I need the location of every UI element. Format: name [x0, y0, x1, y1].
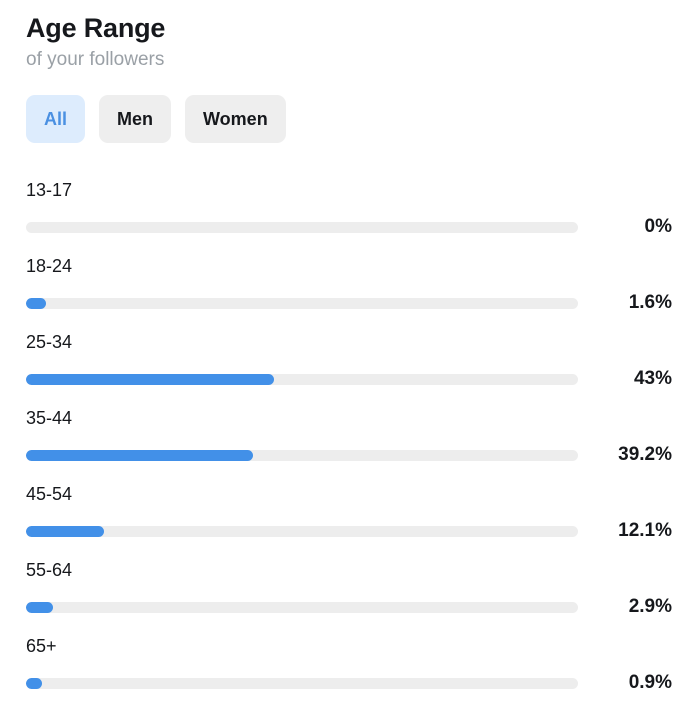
percentage-value: 43%: [578, 368, 674, 390]
age-range-panel: Age Range of your followers All Men Wome…: [0, 0, 700, 711]
bar-line: 1.6%: [26, 292, 674, 314]
progress-fill: [26, 374, 274, 385]
bar-line: 0.9%: [26, 672, 674, 694]
panel-header: Age Range of your followers: [26, 0, 674, 73]
bar-line: 0%: [26, 216, 674, 238]
age-bracket-label: 45-54: [26, 483, 674, 505]
progress-fill: [26, 602, 53, 613]
table-row: 13-17 0%: [26, 179, 674, 255]
bar-line: 39.2%: [26, 444, 674, 466]
page-subtitle: of your followers: [26, 47, 674, 73]
age-bracket-label: 35-44: [26, 407, 674, 429]
progress-track: [26, 298, 578, 309]
age-bracket-label: 13-17: [26, 179, 674, 201]
percentage-value: 1.6%: [578, 292, 674, 314]
progress-track: [26, 374, 578, 385]
progress-fill: [26, 298, 46, 309]
table-row: 65+ 0.9%: [26, 635, 674, 711]
progress-fill: [26, 678, 42, 689]
age-bracket-label: 65+: [26, 635, 674, 657]
table-row: 55-64 2.9%: [26, 559, 674, 635]
percentage-value: 0%: [578, 216, 674, 238]
age-bracket-label: 18-24: [26, 255, 674, 277]
percentage-value: 12.1%: [578, 520, 674, 542]
progress-track: [26, 450, 578, 461]
progress-fill: [26, 526, 104, 537]
page-title: Age Range: [26, 12, 674, 45]
table-row: 35-44 39.2%: [26, 407, 674, 483]
table-row: 25-34 43%: [26, 331, 674, 407]
percentage-value: 39.2%: [578, 444, 674, 466]
progress-track: [26, 602, 578, 613]
progress-track: [26, 526, 578, 537]
age-bracket-label: 55-64: [26, 559, 674, 581]
bar-line: 43%: [26, 368, 674, 390]
gender-filter-tabs: All Men Women: [26, 95, 674, 143]
table-row: 45-54 12.1%: [26, 483, 674, 559]
age-bracket-label: 25-34: [26, 331, 674, 353]
progress-fill: [26, 450, 253, 461]
progress-track: [26, 222, 578, 233]
tab-all[interactable]: All: [26, 95, 85, 143]
percentage-value: 0.9%: [578, 672, 674, 694]
age-range-list: 13-17 0% 18-24 1.6% 25-34: [26, 179, 674, 711]
tab-men[interactable]: Men: [99, 95, 171, 143]
percentage-value: 2.9%: [578, 596, 674, 618]
tab-women[interactable]: Women: [185, 95, 286, 143]
bar-line: 2.9%: [26, 596, 674, 618]
table-row: 18-24 1.6%: [26, 255, 674, 331]
bar-line: 12.1%: [26, 520, 674, 542]
progress-track: [26, 678, 578, 689]
